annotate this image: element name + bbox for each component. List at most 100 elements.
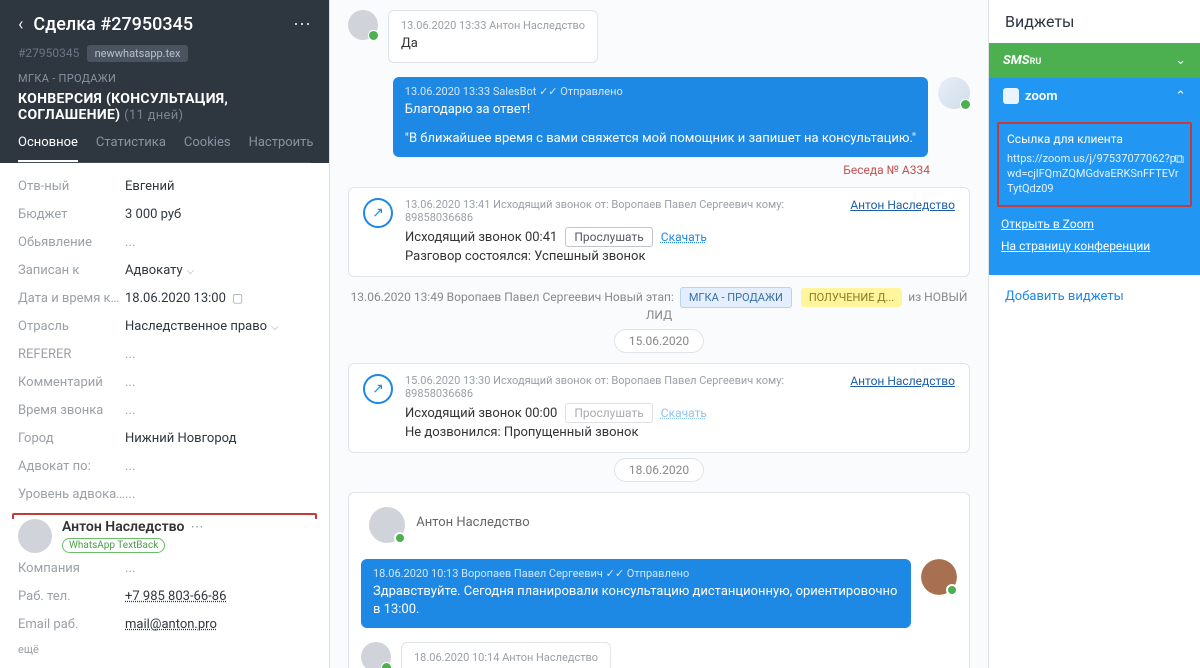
industry-value[interactable]: Наследственное право⌵: [125, 319, 279, 334]
deal-sidebar: ‹ Сделка #27950345 ⋯ #27950345 newwhatsa…: [0, 0, 330, 668]
email-value[interactable]: mail@anton.pro: [125, 617, 217, 632]
tab-main[interactable]: Основное: [18, 135, 78, 162]
widgets-title: Виджеты: [989, 0, 1200, 43]
thread-link[interactable]: Беседа № A334: [348, 163, 970, 177]
appointed-value[interactable]: Адвокату⌵: [125, 263, 194, 278]
call-record: ↗ 13.06.2020 13:41 Исходящий звонок от: …: [348, 187, 970, 277]
tab-setup[interactable]: Настроить: [249, 135, 314, 162]
message-meta: 13.06.2020 13:33 SalesBot ✓✓ Отправлено: [405, 85, 916, 98]
copy-icon[interactable]: ⧉: [1175, 152, 1184, 167]
check-icon: ✓✓: [606, 567, 624, 580]
contact-avatar-small[interactable]: [348, 10, 378, 40]
responsible-label: Отв-ный: [18, 179, 125, 194]
lawyer-label: Адвокат по:: [18, 459, 125, 474]
tab-cookies[interactable]: Cookies: [184, 135, 231, 162]
deal-stage[interactable]: КОНВЕРСИЯ (КОНСУЛЬТАЦИЯ, СОГЛАШЕНИЕ) (11…: [18, 91, 311, 123]
budget-value[interactable]: 3 000 руб: [125, 207, 181, 222]
check-icon: ✓✓: [539, 85, 557, 98]
contact-more-icon[interactable]: ⋯: [190, 520, 203, 535]
chat-feed: 13.06.2020 13:33 Антон Наследство Да 13.…: [330, 0, 988, 668]
user-avatar[interactable]: [921, 559, 957, 595]
download-link[interactable]: Скачать: [661, 230, 707, 244]
chevron-down-icon: ⌄: [1175, 53, 1186, 68]
datetime-value[interactable]: 18.06.2020 13:00▢: [125, 291, 243, 306]
thread-block: Антон Наследство 18.06.2020 10:13 Воропа…: [348, 492, 970, 668]
download-link: Скачать: [661, 406, 707, 420]
message-text: "В ближайшее время с вами свяжется мой п…: [405, 130, 916, 149]
call-contact-link[interactable]: Антон Наследство: [850, 198, 955, 212]
deal-tag[interactable]: newwhatsapp.tex: [87, 45, 189, 62]
widget-zoom-header[interactable]: zoom ⌃: [989, 78, 1200, 114]
whatsapp-dot-icon: [946, 584, 958, 596]
message-meta: 18.06.2020 10:13 Воропаев Павел Сергееви…: [373, 567, 899, 580]
back-icon[interactable]: ‹: [18, 14, 23, 35]
phone-out-icon: ↗: [363, 374, 393, 404]
widget-smsru[interactable]: SMSRU ⌄: [989, 43, 1200, 78]
call-meta: 13.06.2020 13:41 Исходящий звонок от: Во…: [405, 198, 838, 224]
calendar-icon: ▢: [232, 291, 243, 305]
message-in: 18.06.2020 10:14 Антон Наследство Добрый…: [361, 642, 957, 668]
message-out: 13.06.2020 13:33 SalesBot ✓✓ Отправлено …: [348, 77, 970, 157]
listen-button: Прослушать: [565, 403, 652, 423]
call-contact-link[interactable]: Антон Наследство: [850, 374, 955, 388]
responsible-value[interactable]: Евгений: [125, 179, 175, 194]
lawyer-value[interactable]: ...: [125, 459, 135, 474]
zoom-conf-page-link[interactable]: На страницу конференции: [1001, 239, 1188, 253]
whatsapp-dot-icon: [368, 30, 379, 41]
referer-value[interactable]: ...: [125, 347, 135, 362]
ad-label: Обьявление: [18, 235, 125, 250]
widgets-panel: Виджеты SMSRU ⌄ zoom ⌃ Ссылка для клиент…: [988, 0, 1200, 668]
deal-tabs: Основное Статистика Cookies Настроить: [18, 135, 311, 163]
message-out: 18.06.2020 10:13 Воропаев Павел Сергееви…: [361, 559, 957, 629]
whatsapp-dot-icon: [960, 99, 971, 110]
referer-label: REFERER: [18, 347, 125, 362]
add-widgets-link[interactable]: Добавить виджеты: [989, 275, 1200, 318]
deal-fields: Отв-ныйЕвгений Бюджет3 000 руб Обьявлени…: [0, 163, 329, 519]
comment-value[interactable]: ...: [125, 375, 135, 390]
deal-title: Сделка #27950345: [33, 14, 283, 35]
calltime-label: Время звонка: [18, 403, 125, 418]
contact-name-label: Антон Наследство: [416, 515, 529, 530]
zoom-url[interactable]: https://zoom.us/j/97537077062?pwd=cjlFQm…: [1007, 152, 1182, 197]
contact-name[interactable]: Антон Наследство: [62, 519, 184, 535]
call-result: Не дозвонился: Пропущенный звонок: [405, 425, 838, 440]
whatsapp-badge: WhatsApp TextBack: [62, 538, 165, 553]
contact-expand[interactable]: ещё: [18, 643, 311, 656]
pipeline-name: МГКА - ПРОДАЖИ: [18, 72, 311, 85]
chevron-down-icon: ⌵: [187, 266, 195, 277]
phone-value[interactable]: +7 985 803-66-86: [125, 589, 226, 604]
widget-zoom-body: Ссылка для клиента https://zoom.us/j/975…: [989, 114, 1200, 275]
company-value[interactable]: ...: [125, 561, 135, 576]
calltime-value[interactable]: ...: [125, 403, 135, 418]
more-icon[interactable]: ⋯: [293, 14, 311, 35]
zoom-open-link[interactable]: Открыть в Zoom: [1001, 217, 1188, 231]
zoom-link-label: Ссылка для клиента: [1007, 132, 1182, 146]
ad-value[interactable]: ...: [125, 235, 135, 250]
phone-out-icon: ↗: [363, 198, 393, 228]
contact-avatar-small[interactable]: [369, 507, 405, 543]
bot-avatar: [938, 77, 970, 109]
city-value[interactable]: Нижний Новгород: [125, 431, 236, 446]
chevron-up-icon: ⌃: [1175, 89, 1186, 104]
call-duration: Исходящий звонок 00:00: [405, 406, 557, 421]
contact-avatar-small[interactable]: [361, 642, 391, 668]
company-label: Компания: [18, 561, 125, 576]
call-result: Разговор состоялся: Успешный звонок: [405, 249, 838, 264]
message-text: Да: [401, 35, 585, 54]
deal-header: ‹ Сделка #27950345 ⋯ #27950345 newwhatsa…: [0, 0, 329, 163]
message-text: Здравствуйте. Сегодня планировали консул…: [373, 583, 899, 621]
call-duration: Исходящий звонок 00:41: [405, 230, 557, 245]
phone-label: Раб. тел.: [18, 589, 125, 604]
lawyerlevel-value[interactable]: ...: [125, 487, 135, 502]
appointed-label: Записан к: [18, 263, 125, 278]
listen-button[interactable]: Прослушать: [565, 227, 652, 247]
industry-label: Отрасль: [18, 319, 125, 334]
deal-id: #27950345: [18, 46, 79, 60]
stage-change-log: 13.06.2020 13:49 Воропаев Павел Сергееви…: [348, 287, 970, 322]
budget-label: Бюджет: [18, 207, 125, 222]
whatsapp-dot-icon: [381, 662, 392, 668]
tab-stats[interactable]: Статистика: [96, 135, 166, 162]
email-label: Email раб.: [18, 617, 125, 632]
date-divider: 15.06.2020: [348, 334, 970, 349]
contact-avatar[interactable]: [18, 519, 52, 553]
